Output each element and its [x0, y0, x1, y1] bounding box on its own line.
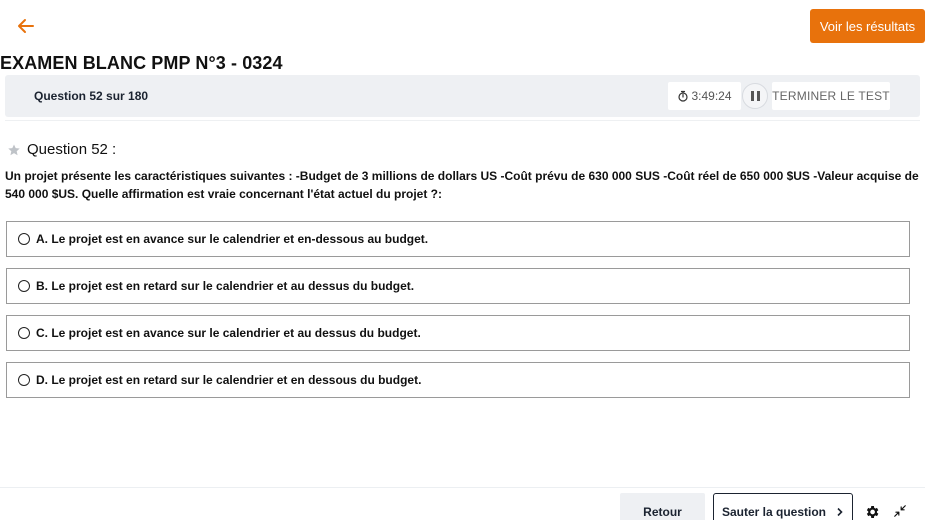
option-label: D. Le projet est en retard sur le calend… [36, 373, 422, 387]
radio-icon[interactable] [18, 280, 30, 292]
question-text: Un projet présente les caractéristiques … [5, 169, 919, 201]
skip-question-button[interactable]: Sauter la question [713, 493, 853, 520]
view-results-button[interactable]: Voir les résultats [810, 9, 925, 43]
radio-icon[interactable] [18, 233, 30, 245]
back-button[interactable]: Retour [620, 493, 705, 520]
question-label: Question 52 : [27, 141, 117, 158]
arrow-left-icon[interactable] [14, 14, 38, 38]
chevron-right-icon [837, 507, 843, 516]
option-label: C. Le projet est en avance sur le calend… [36, 326, 421, 340]
answer-option-d[interactable]: D. Le projet est en retard sur le calend… [6, 362, 910, 398]
star-icon[interactable] [7, 143, 21, 157]
pause-icon-bar [756, 91, 760, 101]
skip-question-label: Sauter la question [721, 504, 827, 519]
option-label: B. Le projet est en retard sur le calend… [36, 279, 415, 293]
radio-icon[interactable] [18, 327, 30, 339]
collapse-icon[interactable] [893, 504, 907, 518]
answer-option-b[interactable]: B. Le projet est en retard sur le calend… [6, 268, 910, 304]
pause-icon [750, 91, 754, 101]
exam-title: EXAMEN BLANC PMP N°3 - 0324 [0, 53, 283, 73]
divider [5, 120, 920, 121]
timer-value: 3:49:24 [691, 89, 732, 103]
question-toolbar: Question 52 sur 180 3:49:24 TERMINER LE … [5, 75, 920, 117]
answer-option-a[interactable]: A. Le projet est en avance sur le calend… [6, 221, 910, 257]
option-label: A. Le projet est en avance sur le calend… [36, 232, 429, 246]
gear-icon[interactable] [864, 504, 880, 520]
radio-icon[interactable] [18, 374, 30, 386]
footer-divider [0, 487, 925, 488]
pause-button[interactable] [742, 83, 768, 109]
stopwatch-icon [678, 90, 689, 102]
answer-option-c[interactable]: C. Le projet est en avance sur le calend… [6, 315, 910, 351]
timer: 3:49:24 [668, 82, 741, 110]
end-test-button[interactable]: TERMINER LE TEST [772, 82, 890, 110]
question-counter: Question 52 sur 180 [34, 89, 149, 103]
question-header: Question 52 : [7, 141, 116, 158]
